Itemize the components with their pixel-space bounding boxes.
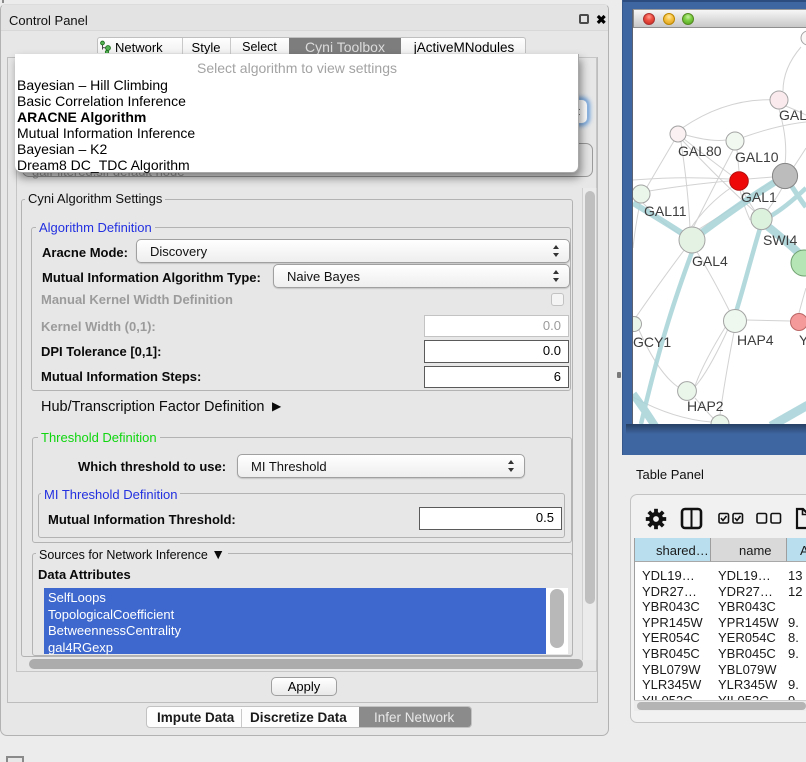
svg-text:SWI4: SWI4 xyxy=(763,232,797,248)
svg-text:GAL11: GAL11 xyxy=(644,203,687,219)
svg-text:HAP4: HAP4 xyxy=(737,332,774,348)
svg-text:GAL7: GAL7 xyxy=(779,107,806,123)
svg-text:GAL10: GAL10 xyxy=(735,149,779,165)
svg-text:GAL80: GAL80 xyxy=(678,143,722,159)
svg-text:GCY1: GCY1 xyxy=(633,334,671,350)
svg-text:HAP2: HAP2 xyxy=(687,398,724,414)
svg-text:Y: Y xyxy=(799,332,806,348)
svg-text:GAL1: GAL1 xyxy=(741,189,777,205)
svg-text:GAL4: GAL4 xyxy=(692,253,728,269)
